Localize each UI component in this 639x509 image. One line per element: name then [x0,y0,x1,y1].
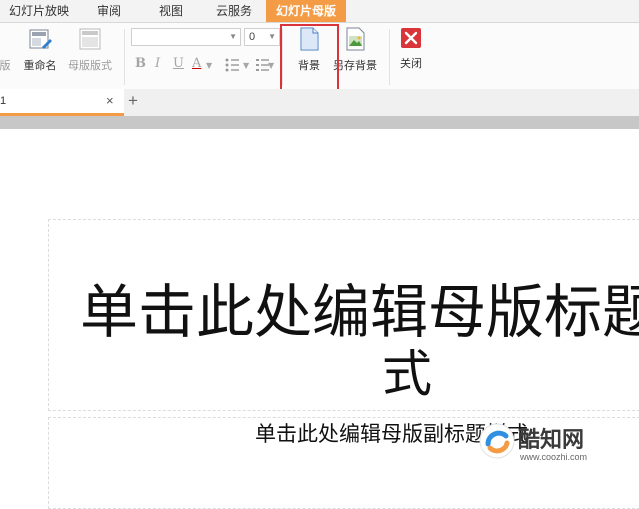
coozhi-logo-icon [479,423,515,459]
tab-review[interactable]: 审阅 [84,0,134,22]
font-size-select[interactable]: 0 ▼ [244,28,280,46]
ribbon-separator [124,29,125,85]
document-tab[interactable]: 1 × [0,89,124,116]
close-tab-icon[interactable]: × [106,93,114,108]
close-icon [401,28,421,48]
partial-icon [0,27,12,51]
close-label: 关闭 [400,58,422,70]
tab-view[interactable]: 视图 [146,0,196,22]
master-layout-icon [79,28,101,50]
bullet-list-icon[interactable] [224,58,244,72]
document-tab-title: 1 [0,95,7,107]
underline-button[interactable]: U [173,56,184,71]
save-background-icon [346,27,365,51]
tab-cloud-service[interactable]: 云服务 [204,0,264,22]
chevron-down-icon[interactable]: ▼ [268,61,274,70]
rename-icon [29,29,52,49]
partial-ribbon-button[interactable]: 版 [0,27,12,85]
title-text-line-1[interactable]: 单击此处编辑母版标题 [80,265,639,349]
italic-button[interactable]: I [155,56,160,71]
font-name-select[interactable]: ▼ [131,28,241,46]
ribbon-separator [389,29,390,85]
document-tab-bar: 1 × + [0,89,639,116]
chevron-down-icon: ▼ [229,32,237,41]
tab-slide-master[interactable]: 幻灯片母版 [266,0,346,22]
font-color-button[interactable]: A [192,56,201,71]
chevron-down-icon[interactable]: ▼ [243,61,249,70]
master-layout-button[interactable]: 母版版式 [64,27,116,85]
workspace-divider [0,116,639,129]
rename-button[interactable]: 重命名 [20,27,60,85]
chevron-down-icon: ▼ [268,32,276,41]
title-text-line-2[interactable]: 式 [382,334,432,406]
chevron-down-icon[interactable]: ▼ [206,61,212,70]
watermark: 酷知网 www.coozhi.com [478,420,634,468]
menu-bar: 幻灯片放映 审阅 视图 云服务 幻灯片母版 [0,0,639,23]
watermark-url: www.coozhi.com [520,452,588,462]
tab-slideshow[interactable]: 幻灯片放映 [0,0,78,22]
master-layout-label: 母版版式 [68,60,112,72]
rename-label: 重命名 [23,60,57,72]
bold-button[interactable]: B [135,56,146,71]
watermark-name: 酷知网 [518,427,585,452]
close-master-button[interactable]: 关闭 [396,27,426,85]
new-tab-button[interactable]: + [128,91,138,111]
